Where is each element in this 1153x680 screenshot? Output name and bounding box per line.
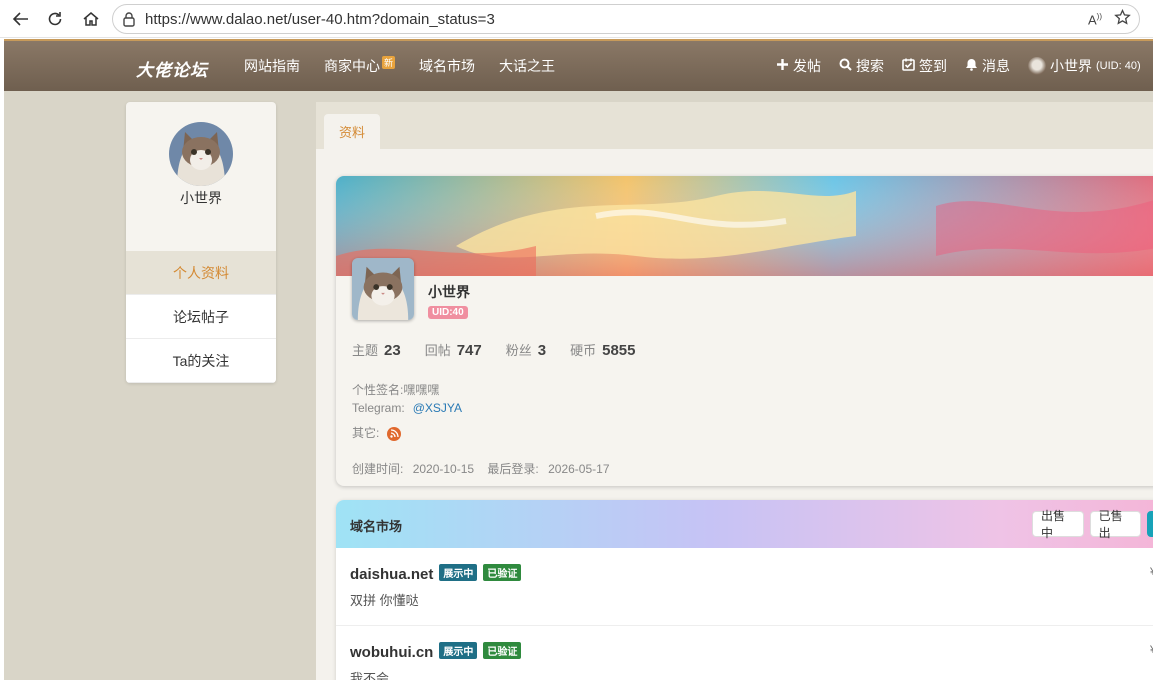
bell-icon	[965, 58, 978, 74]
profile-avatar	[352, 258, 414, 320]
uid-badge: UID:40	[428, 306, 468, 319]
profile-name: 小世界	[428, 284, 470, 300]
domain-filter-buttons: 出售中 已售出	[1032, 509, 1153, 540]
search-button[interactable]: 搜索	[839, 56, 884, 76]
domain-name[interactable]: daishua.net 展示中 已验证	[350, 564, 522, 583]
status-badge-showing: 展示中	[439, 642, 478, 659]
last-login-label: 最后登录:	[487, 462, 539, 476]
sidebar-item-following[interactable]: Ta的关注	[126, 339, 276, 383]
stat-label: 回帖	[424, 343, 451, 358]
signature-text: 嘿嘿嘿	[403, 383, 440, 397]
stat-value: 747	[456, 342, 482, 359]
status-badge-showing: 展示中	[439, 564, 478, 581]
domain-market-title: 域名市场	[350, 519, 403, 534]
read-aloud-icon[interactable]: A))	[1088, 12, 1102, 27]
address-bar[interactable]: https://www.dalao.net/user-40.htm?domain…	[112, 4, 1140, 34]
user-uid: (UID: 40)	[1096, 60, 1141, 72]
user-sidebar: 小世界 个人资料 论坛帖子 Ta的关注	[126, 102, 276, 383]
checkin-button[interactable]: 签到	[902, 56, 947, 76]
domain-description: 我不会	[350, 671, 390, 680]
sidebar-avatar	[169, 122, 233, 186]
status-badge-verified: 已验证	[483, 642, 522, 659]
url-text: https://www.dalao.net/user-40.htm?domain…	[145, 11, 495, 28]
status-badge-verified: 已验证	[483, 564, 522, 581]
nav-actions: 发帖 搜索 签到 消息 小世界 (UID: 40)	[776, 41, 1141, 91]
domain-name[interactable]: wobuhui.cn 展示中 已验证	[350, 642, 522, 661]
domain-item[interactable]: wobuhui.cn展示中已验证 我不会 ¥	[336, 626, 1153, 680]
user-avatar-icon	[1028, 57, 1046, 75]
back-icon[interactable]	[8, 6, 34, 32]
plus-icon	[776, 58, 789, 74]
post-label: 发帖	[793, 58, 821, 74]
last-login-date: 2026-05-17	[548, 462, 610, 476]
signature-line: 个性签名:嘿嘿嘿	[352, 381, 439, 398]
domain-market-header: 域名市场 出售中 已售出	[336, 500, 1153, 548]
stat-value: 23	[384, 342, 401, 359]
stat-label: 主题	[352, 343, 379, 358]
lock-icon[interactable]	[122, 11, 136, 32]
browser-toolbar: https://www.dalao.net/user-40.htm?domain…	[0, 0, 1153, 38]
tab-profile[interactable]: 资料	[324, 114, 380, 149]
telegram-label: Telegram:	[352, 401, 405, 415]
other-line: 其它:	[352, 424, 402, 441]
domain-item[interactable]: daishua.net展示中已验证 双拼 你懂哒 ¥	[336, 548, 1153, 626]
profile-stats: 主题 23 回帖 747 粉丝 3 硬币 5855	[352, 340, 636, 360]
site-logo[interactable]: 大佬论坛	[136, 56, 208, 81]
user-menu[interactable]: 小世界 (UID: 40)	[1028, 56, 1141, 76]
nav-guide[interactable]: 网站指南	[244, 56, 300, 76]
filter-selling-button[interactable]: 出售中	[1032, 509, 1084, 540]
sidebar-menu: 个人资料 论坛帖子 Ta的关注	[126, 251, 276, 383]
messages-label: 消息	[982, 58, 1010, 74]
home-icon[interactable]	[78, 6, 104, 32]
nav-talk-king[interactable]: 大话之王	[499, 56, 555, 76]
domain-market-card: 域名市场 出售中 已售出 daishua.net展示中已验证 双拼 你懂哒 ¥ …	[336, 500, 1153, 680]
telegram-line: Telegram: @XSJYA	[352, 401, 462, 415]
main-content: 资料 小世界 UID:40 主题 23 回帖 747 粉丝 3 硬币 5855 …	[316, 102, 1153, 680]
other-label: 其它:	[352, 426, 380, 440]
signature-label: 个性签名:	[352, 383, 404, 397]
calendar-check-icon	[902, 58, 915, 74]
checkin-label: 签到	[919, 58, 947, 74]
sidebar-username: 小世界	[180, 190, 222, 206]
sidebar-item-posts[interactable]: 论坛帖子	[126, 295, 276, 339]
nav-merchant[interactable]: 商家中心新	[324, 56, 396, 76]
filter-active-button[interactable]	[1147, 511, 1153, 537]
stat-coins: 硬币 5855	[570, 340, 635, 360]
search-icon	[839, 58, 852, 74]
stat-topics: 主题 23	[352, 340, 401, 360]
stat-label: 粉丝	[505, 343, 532, 358]
profile-card: 小世界 UID:40 主题 23 回帖 747 粉丝 3 硬币 5855 个性签名:嘿嘿…	[336, 176, 1153, 486]
messages-button[interactable]: 消息	[965, 56, 1010, 76]
top-nav: 大佬论坛 网站指南 商家中心新 域名市场 大话之王 发帖 搜索 签到 消息 小世…	[4, 39, 1153, 91]
filter-sold-button[interactable]: 已售出	[1089, 509, 1142, 540]
profile-banner	[336, 176, 1153, 276]
dates-line: 创建时间: 2020-10-15 最后登录: 2026-05-17	[352, 460, 610, 477]
sidebar-item-profile[interactable]: 个人资料	[126, 251, 276, 295]
reload-icon[interactable]	[42, 6, 68, 32]
search-label: 搜索	[856, 58, 884, 74]
nav-merchant-label: 商家中心	[324, 58, 380, 74]
stat-value: 3	[537, 342, 547, 359]
domain-text: daishua.net	[350, 566, 434, 583]
domain-text: wobuhui.cn	[350, 644, 434, 661]
new-badge: 新	[382, 56, 396, 69]
stat-fans: 粉丝 3	[506, 340, 546, 360]
favorite-star-icon[interactable]	[1114, 8, 1131, 31]
created-date: 2020-10-15	[412, 462, 475, 476]
tab-bar: 资料	[316, 102, 1153, 149]
stat-label: 硬币	[570, 343, 597, 358]
nav-links: 网站指南 商家中心新 域名市场 大话之王	[244, 41, 555, 91]
user-name: 小世界	[1050, 58, 1092, 74]
page: 大佬论坛 网站指南 商家中心新 域名市场 大话之王 发帖 搜索 签到 消息 小世…	[4, 39, 1153, 680]
post-button[interactable]: 发帖	[776, 56, 821, 76]
nav-domain-market[interactable]: 域名市场	[419, 56, 475, 76]
telegram-link[interactable]: @XSJYA	[413, 401, 462, 415]
rss-icon[interactable]	[387, 426, 402, 441]
domain-description: 双拼 你懂哒	[350, 593, 419, 608]
stat-replies: 回帖 747	[425, 340, 482, 360]
created-label: 创建时间:	[352, 462, 404, 476]
stat-value: 5855	[602, 342, 636, 359]
